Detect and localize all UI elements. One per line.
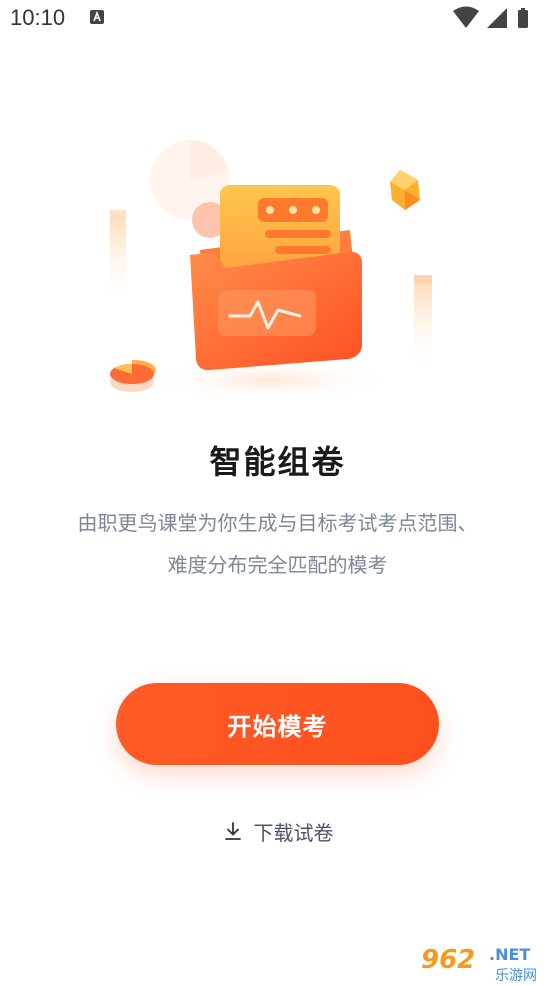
download-icon	[224, 822, 241, 840]
download-paper-link[interactable]: 下载试卷	[0, 815, 555, 847]
start-mock-exam-label: 开始模考	[227, 712, 328, 741]
battery-icon	[518, 8, 528, 28]
start-mock-exam-button[interactable]: 开始模考	[116, 683, 439, 765]
watermark-cn: 乐游网	[495, 968, 537, 984]
a-notification-icon	[90, 10, 104, 24]
description-line-1: 由职更鸟课堂为你生成与目标考试考点范围、	[77, 511, 478, 535]
status-time: 10:10	[10, 5, 66, 30]
status-icons	[453, 6, 528, 28]
description-line-2: 难度分布完全匹配的模考	[167, 553, 388, 577]
download-paper-label: 下载试卷	[253, 820, 334, 845]
page-title: 智能组卷	[209, 443, 346, 481]
folder-with-document-illustration	[110, 140, 432, 402]
signal-icon	[487, 8, 507, 28]
wifi-icon	[453, 6, 479, 28]
watermark-number: 962	[421, 945, 475, 975]
watermark-logo: 962 .NET 乐游网	[415, 938, 555, 986]
status-bar: 10:10	[0, 0, 555, 40]
watermark-net: .NET	[489, 945, 530, 964]
description: 由职更鸟课堂为你生成与目标考试考点范围、 难度分布完全匹配的模考	[40, 502, 515, 586]
